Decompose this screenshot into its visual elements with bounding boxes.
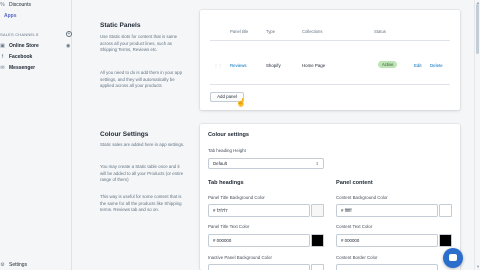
store-icon: ▣ xyxy=(0,42,5,49)
tab-headings-heading: Tab headings xyxy=(208,180,244,186)
sidebar-item-facebook[interactable]: f Facebook xyxy=(0,53,33,60)
tab-heading-height-label: Tab heading Height xyxy=(208,148,246,153)
content-bg-swatch[interactable] xyxy=(439,204,452,217)
colour-settings-card: Colour settings Tab heading Height Defau… xyxy=(200,124,460,270)
content-bg-input[interactable]: # ffffff xyxy=(336,204,438,217)
sidebar-item-apps[interactable]: Apps xyxy=(4,13,17,19)
panel-title-text-input[interactable]: # 000000 xyxy=(208,234,310,247)
content-text-swatch[interactable] xyxy=(439,234,452,247)
panel-title-text-label: Panel Title Text Color xyxy=(208,224,250,229)
inactive-panel-bg-label: Inactive Panel Background Color xyxy=(208,255,272,260)
sidebar-item-messenger[interactable]: ✉ Messenger xyxy=(0,65,35,71)
sidebar-item-label: Messenger xyxy=(9,65,36,71)
sidebar-item-discounts[interactable]: % Discounts xyxy=(0,2,31,8)
colour-settings-description: Static sales are added here in app setti… xyxy=(100,142,185,147)
messenger-icon: ✉ xyxy=(0,64,5,71)
inactive-panel-bg-input[interactable] xyxy=(208,264,310,270)
sidebar-item-label: Apps xyxy=(4,13,17,19)
chat-bubble-icon xyxy=(449,254,457,261)
hand-cursor-icon: ☝ xyxy=(236,98,246,107)
add-channel-icon[interactable]: + xyxy=(66,31,72,37)
panel-type: Shopify xyxy=(266,63,281,68)
drag-handle-icon[interactable]: ⋮⋮ xyxy=(214,63,222,68)
content-border-input[interactable] xyxy=(336,264,438,270)
static-panels-title: Static Panels xyxy=(100,22,141,29)
panel-content-heading: Panel content xyxy=(336,180,373,186)
divider xyxy=(210,84,450,85)
edit-link[interactable]: Edit xyxy=(414,63,422,68)
inactive-panel-bg-swatch[interactable] xyxy=(311,264,324,270)
column-header-collections: Collections xyxy=(302,29,323,34)
discount-icon: % xyxy=(0,1,5,8)
status-badge: Active xyxy=(378,61,398,68)
static-panels-card: Panel title Type Collections Status ⋮⋮ R… xyxy=(200,10,460,110)
panel-title-text-swatch[interactable] xyxy=(311,234,324,247)
sidebar-item-label: Facebook xyxy=(9,54,33,60)
view-store-icon[interactable]: ◉ xyxy=(66,43,70,49)
tab-heading-height-select[interactable]: Default ⇕ xyxy=(208,158,324,169)
sidebar-item-label: Discounts xyxy=(9,2,31,8)
sidebar: % Discounts Apps SALES CHANNELS + ▣ Onli… xyxy=(0,0,72,270)
content-text-input[interactable]: # 000000 xyxy=(336,234,438,247)
panel-title-link[interactable]: Reviews xyxy=(230,63,247,68)
sidebar-item-online-store[interactable]: ▣ Online Store xyxy=(0,43,39,49)
sidebar-item-label: Settings xyxy=(9,262,28,268)
scrollbar[interactable]: ▲ ▼ xyxy=(474,0,480,270)
colour-settings-title: Colour Settings xyxy=(100,131,149,138)
panel-title-bg-swatch[interactable] xyxy=(311,204,324,217)
panel-title-bg-label: Panel Title Background Color xyxy=(208,195,265,200)
select-value: Default xyxy=(213,161,227,166)
sidebar-item-settings[interactable]: ⚙ Settings xyxy=(0,262,27,268)
divider xyxy=(210,40,450,41)
content-text-label: Content Text Color xyxy=(336,224,373,229)
sales-channels-heading: SALES CHANNELS xyxy=(0,32,39,37)
panel-title-bg-input[interactable]: # f7f7f7 xyxy=(208,204,310,217)
scroll-down-icon[interactable]: ▼ xyxy=(476,264,480,269)
content-bg-label: Content Background Color xyxy=(336,195,388,200)
panel-collections: Home Page xyxy=(302,63,326,68)
scroll-up-icon[interactable]: ▲ xyxy=(476,0,480,5)
column-header-title: Panel title xyxy=(230,29,249,34)
static-panels-description: Use Static slots for content that is sam… xyxy=(100,34,178,52)
chevron-updown-icon: ⇕ xyxy=(315,161,319,166)
card-title: Colour settings xyxy=(208,132,250,138)
colour-settings-description-3: This way is useful for some content that… xyxy=(100,194,182,212)
delete-link[interactable]: Delete xyxy=(430,63,443,68)
gear-icon: ⚙ xyxy=(0,261,5,268)
colour-settings-description-2: You may create a Static table once and i… xyxy=(100,164,184,182)
column-header-type: Type xyxy=(266,29,276,34)
scrollbar-thumb[interactable] xyxy=(476,4,479,54)
sidebar-item-label: Online Store xyxy=(9,43,39,49)
column-header-status: Status xyxy=(374,29,386,34)
content-border-label: Content Border Color xyxy=(336,255,378,260)
static-panels-description-2: All you need to do is add them in your a… xyxy=(100,70,183,88)
facebook-icon: f xyxy=(1,53,4,60)
chat-button[interactable] xyxy=(443,248,463,268)
